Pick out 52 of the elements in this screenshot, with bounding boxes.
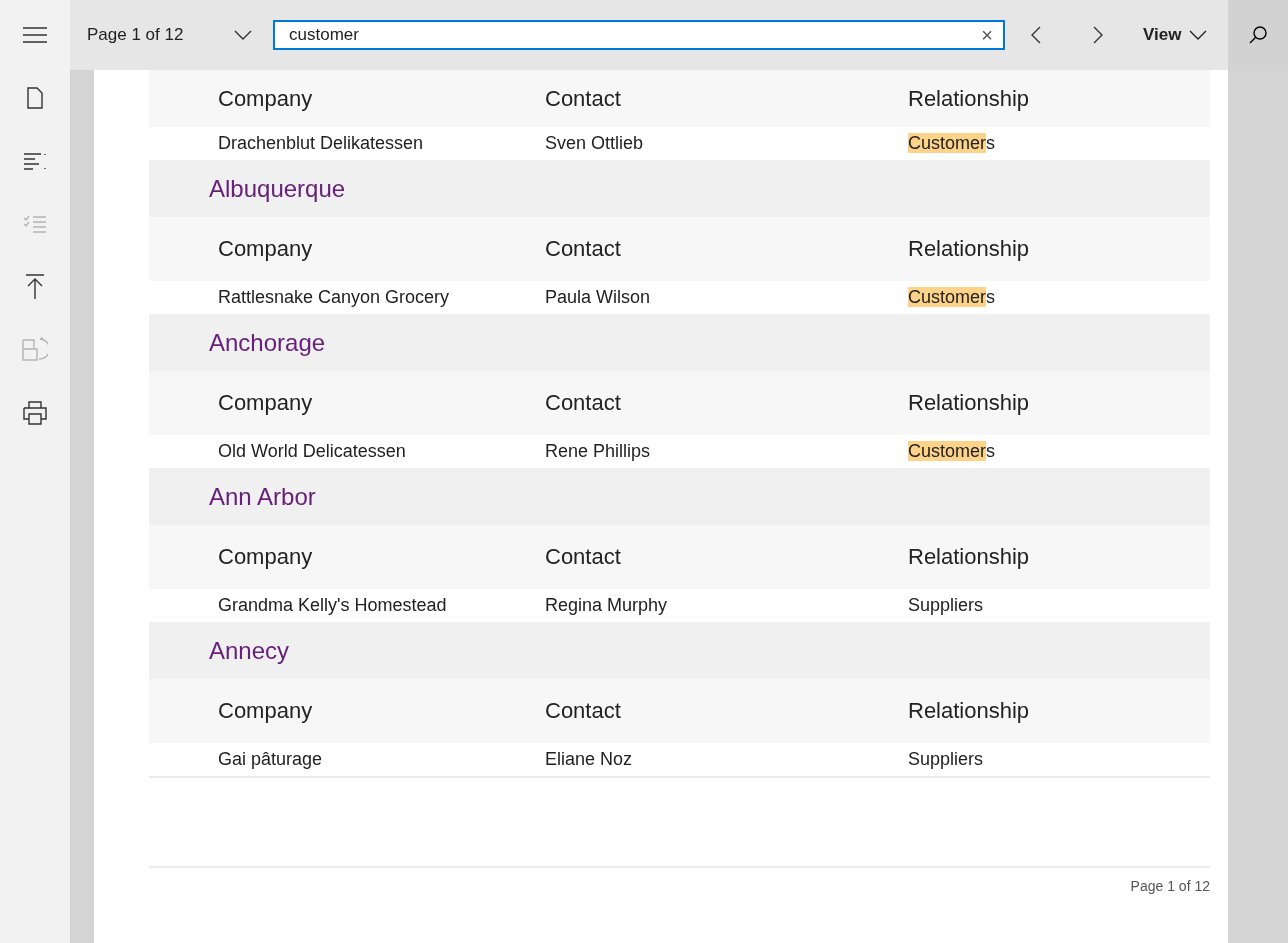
checklist-icon bbox=[23, 214, 47, 233]
search-field[interactable]: customer × bbox=[273, 20, 1005, 50]
menu-icon bbox=[23, 26, 47, 43]
column-header: Company bbox=[218, 544, 314, 570]
column-header: Relationship bbox=[908, 236, 1031, 262]
column-header: Contact bbox=[545, 85, 622, 112]
search-icon bbox=[1249, 26, 1267, 44]
column-header: Company bbox=[218, 390, 314, 416]
chevron-right-icon bbox=[1093, 26, 1103, 44]
column-header: Relationship bbox=[908, 390, 1031, 416]
city-group-header: Albuquerque bbox=[149, 160, 1210, 217]
table-cell-text: Gai pâturage bbox=[218, 749, 324, 770]
column-header: Company bbox=[218, 698, 314, 724]
table-cell-text: Rene Phillips bbox=[545, 441, 652, 462]
column-header: Relationship bbox=[908, 544, 1031, 570]
print-icon bbox=[23, 400, 47, 425]
table-cell-text: Suppliers bbox=[908, 595, 985, 616]
table-cell-text: Eliane Noz bbox=[545, 749, 634, 770]
column-header: Contact bbox=[545, 544, 622, 570]
column-header: Relationship bbox=[908, 85, 1031, 112]
page-icon bbox=[27, 86, 43, 109]
chevron-down-icon bbox=[1189, 30, 1208, 40]
table-cell-text: Rattlesnake Canyon Grocery bbox=[218, 287, 451, 308]
search-button[interactable] bbox=[1228, 0, 1288, 70]
view-menu-button[interactable]: View bbox=[1143, 25, 1208, 45]
outline-list-icon bbox=[23, 151, 47, 170]
table-cell-text: Regina Murphy bbox=[545, 595, 669, 616]
page-footer: Page 1 of 12 bbox=[1130, 878, 1210, 894]
column-header: Contact bbox=[545, 236, 622, 262]
arrow-to-top-icon bbox=[25, 273, 45, 300]
city-group-header: Annecy bbox=[149, 622, 1210, 679]
column-header: Company bbox=[218, 85, 314, 112]
column-header: Contact bbox=[545, 698, 622, 724]
table-cell-text: Suppliers bbox=[908, 749, 985, 770]
page-indicator: Page 1 of 12 bbox=[87, 25, 185, 45]
table-cell-text: Drachenblut Delikatessen bbox=[218, 133, 425, 154]
clear-button[interactable]: × bbox=[971, 23, 1003, 47]
column-header: Company bbox=[218, 236, 314, 262]
column-header: Contact bbox=[545, 390, 622, 416]
chevron-left-icon bbox=[1031, 26, 1041, 44]
table-cell-text: Customers bbox=[908, 287, 997, 308]
city-group-header: Anchorage bbox=[149, 314, 1210, 371]
table-cell-text: Grandma Kelly's Homestead bbox=[218, 595, 448, 616]
table-cell-text: Customers bbox=[908, 133, 997, 154]
table-cell-text: Customers bbox=[908, 441, 997, 462]
chevron-down-icon bbox=[233, 30, 253, 40]
table-cell-text: Sven Ottlieb bbox=[545, 133, 645, 154]
rotate-page-icon bbox=[22, 336, 48, 363]
city-group-header: Ann Arbor bbox=[149, 468, 1210, 525]
table-cell-text: Old World Delicatessen bbox=[218, 441, 407, 462]
table-cell-text: Paula Wilson bbox=[545, 287, 652, 308]
column-header: Relationship bbox=[908, 698, 1031, 724]
